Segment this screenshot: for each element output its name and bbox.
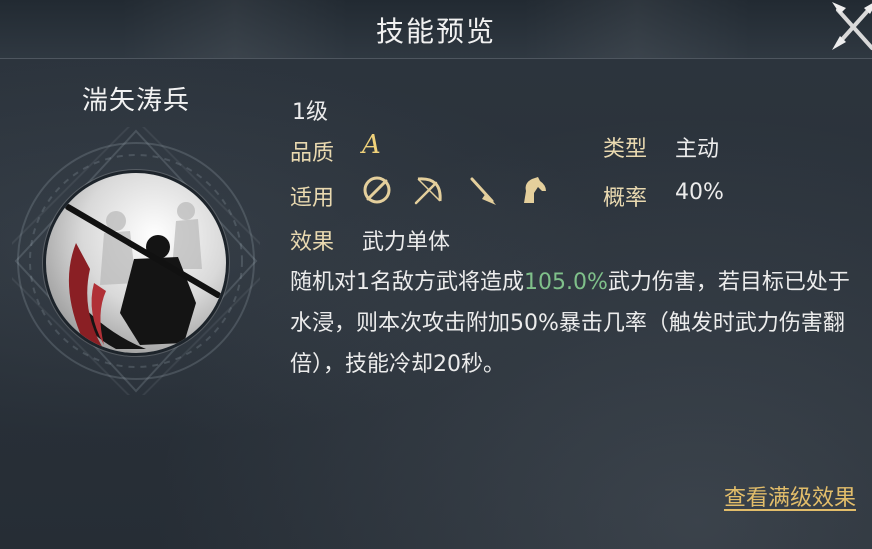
warrior-silhouette-icon bbox=[65, 202, 221, 353]
sword-disc-icon bbox=[363, 176, 391, 204]
rate-label: 概率 bbox=[603, 186, 648, 211]
horse-icon bbox=[524, 177, 546, 203]
bow-icon bbox=[414, 177, 442, 205]
skill-description: 随机对1名敌方武将造成105.0%武力伤害，若目标已处于水浸，则本次攻击附加50… bbox=[290, 262, 850, 385]
title-bar: 技能预览 bbox=[0, 0, 872, 59]
effect-value: 武力单体 bbox=[362, 230, 451, 255]
type-value: 主动 bbox=[675, 137, 720, 162]
view-full-level-link[interactable]: 查看满级效果 bbox=[724, 480, 856, 512]
description-text: 随机对1名敌方武将造成 bbox=[290, 270, 524, 295]
quality-value: A bbox=[362, 130, 381, 160]
skill-name: 湍矢涛兵 bbox=[81, 86, 190, 116]
effect-label: 效果 bbox=[290, 230, 335, 255]
skill-level: 1级 bbox=[292, 100, 328, 125]
rate-value: 40% bbox=[675, 180, 724, 205]
skill-portrait bbox=[46, 173, 226, 353]
apply-label: 适用 bbox=[290, 186, 335, 211]
page-title: 技能预览 bbox=[375, 15, 496, 48]
quality-label: 品质 bbox=[290, 141, 335, 166]
spear-icon bbox=[470, 177, 496, 205]
damage-percent: 105.0% bbox=[524, 270, 608, 295]
type-label: 类型 bbox=[603, 137, 648, 162]
close-icon[interactable] bbox=[824, 0, 872, 56]
